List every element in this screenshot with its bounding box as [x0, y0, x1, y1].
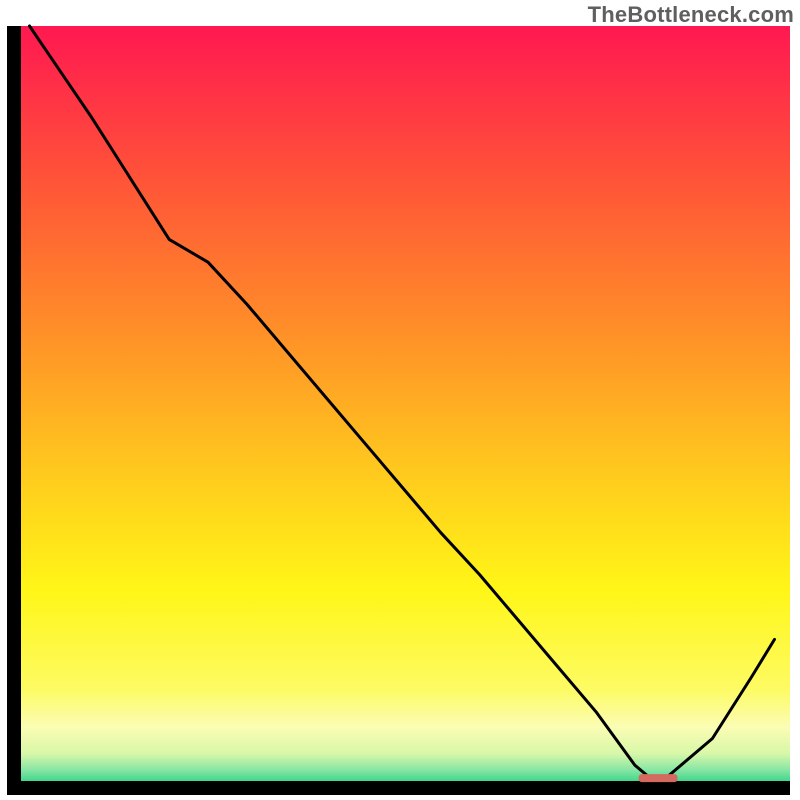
watermark-text: TheBottleneck.com [588, 2, 794, 28]
optimum-marker [639, 774, 678, 782]
chart-background [14, 26, 790, 788]
chart-svg [0, 0, 800, 800]
chart-container: TheBottleneck.com [0, 0, 800, 800]
